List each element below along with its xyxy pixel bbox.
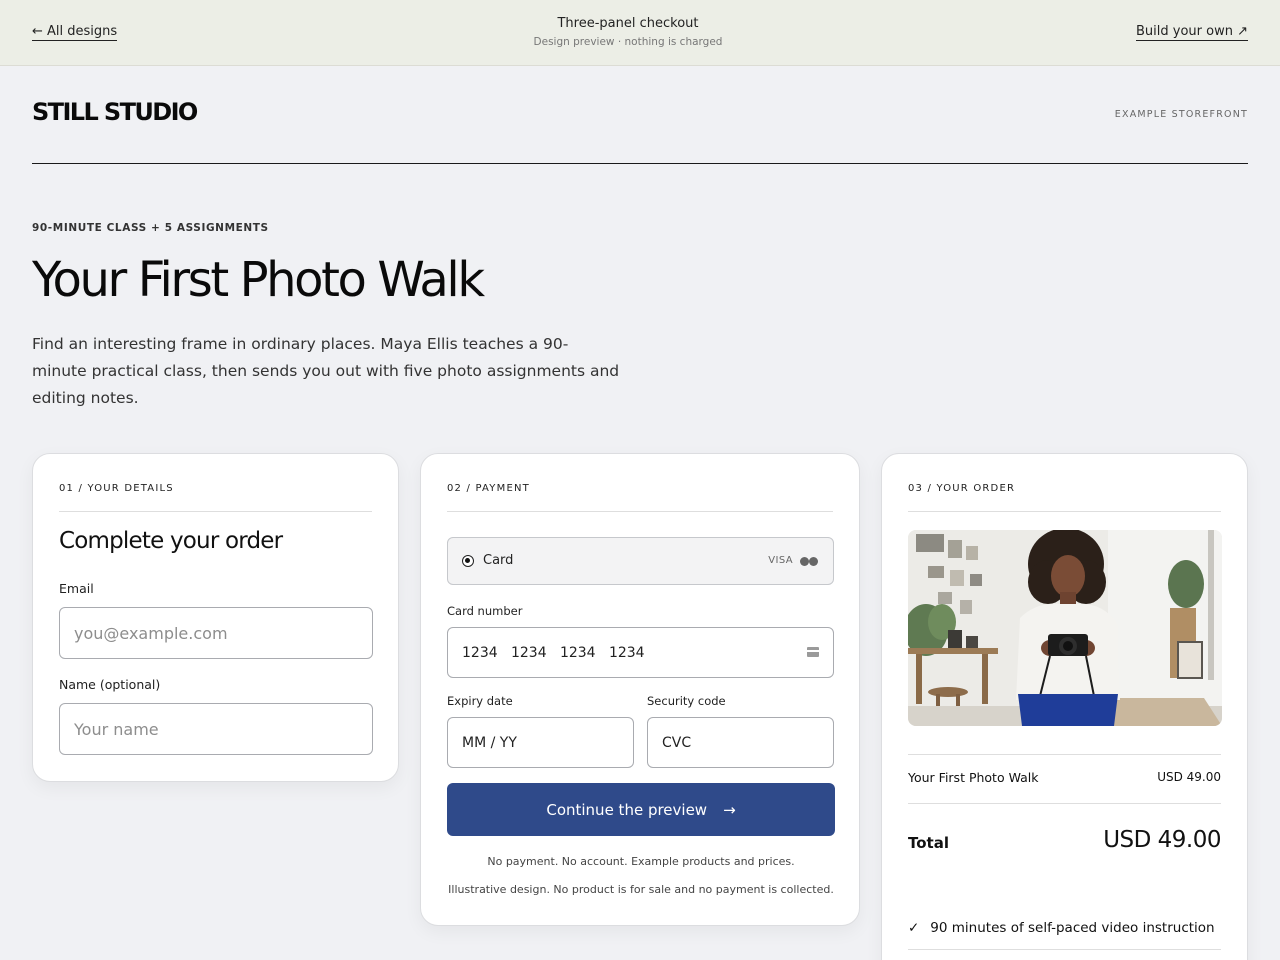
preview-title-block: Three-panel checkout Design preview · no… [428, 16, 828, 48]
card-number-field[interactable]: 1234 1234 1234 1234 [447, 627, 834, 678]
email-field[interactable]: you@example.com [59, 607, 373, 659]
product-description: Find an interesting frame in ordinary pl… [32, 335, 620, 407]
total-amount: USD 49.00 [1103, 827, 1221, 853]
card-radio[interactable] [462, 555, 474, 567]
expiry-label: Expiry date [447, 694, 513, 708]
cvc-field[interactable]: CVC [647, 717, 834, 768]
order-step-label: 03 / YOUR ORDER [908, 483, 1016, 494]
order-item-divider-bottom [908, 803, 1221, 804]
details-divider [59, 511, 372, 512]
product-photo [908, 530, 1222, 726]
email-placeholder: you@example.com [74, 623, 228, 643]
expiry-placeholder: MM / YY [462, 734, 517, 751]
name-label: Name (optional) [59, 677, 161, 692]
page-title: Your First Photo Walk [32, 252, 485, 308]
all-designs-link[interactable]: ← All designs [32, 24, 118, 41]
card-method-label: Card [483, 553, 514, 568]
feature-divider [908, 949, 1221, 950]
order-item-name: Your First Photo Walk [908, 770, 1039, 785]
order-item-divider-top [908, 754, 1221, 755]
visa-icon: VISA [768, 555, 793, 566]
mastercard-icon [800, 557, 818, 566]
name-placeholder: Your name [74, 719, 159, 739]
feature-text: 90 minutes of self-paced video instructi… [930, 920, 1215, 936]
card-number-placeholder: 1234 1234 1234 1234 [462, 644, 645, 661]
check-icon: ✓ [908, 920, 920, 936]
order-line-item: Your First Photo Walk USD 49.00 [908, 770, 1221, 785]
continue-preview-button[interactable]: Continue the preview → [447, 783, 835, 836]
preview-subtitle: Design preview · nothing is charged [533, 36, 723, 48]
cvc-label: Security code [647, 694, 726, 708]
details-panel: 01 / YOUR DETAILS Complete your order Em… [32, 453, 399, 782]
feature-item: ✓ 90 minutes of self-paced video instruc… [908, 920, 1215, 936]
details-heading: Complete your order [59, 528, 283, 554]
illustrative-disclaimer: Illustrative design. No product is for s… [448, 883, 834, 896]
card-icon [807, 647, 819, 657]
email-label: Email [59, 581, 94, 596]
continue-button-label: Continue the preview [546, 800, 708, 819]
payment-panel: 02 / PAYMENT Card VISA Card number 1234 … [420, 453, 860, 926]
brand-logo: STILL STUDIO [32, 98, 198, 126]
payment-step-label: 02 / PAYMENT [447, 483, 530, 494]
order-panel: 03 / YOUR ORDER Your First Photo Walk US… [881, 453, 1248, 960]
photographer-illustration [908, 530, 1222, 726]
payment-note: No payment. No account. Example products… [487, 855, 795, 868]
build-your-own-link[interactable]: Build your own ↗ [1136, 24, 1248, 41]
arrow-right-icon: → [723, 800, 736, 819]
card-method-option[interactable]: Card VISA [447, 537, 834, 585]
name-field[interactable]: Your name [59, 703, 373, 755]
storefront-tag: EXAMPLE STOREFRONT [1114, 109, 1248, 120]
expiry-field[interactable]: MM / YY [447, 717, 634, 768]
order-divider [908, 511, 1221, 512]
total-label: Total [908, 834, 949, 852]
preview-title: Three-panel checkout [557, 16, 699, 31]
card-number-label: Card number [447, 604, 523, 618]
preview-bar: ← All designs Three-panel checkout Desig… [0, 0, 1280, 66]
product-eyebrow: 90-MINUTE CLASS + 5 ASSIGNMENTS [32, 222, 269, 234]
order-item-price: USD 49.00 [1157, 770, 1221, 784]
cvc-placeholder: CVC [662, 734, 692, 751]
details-step-label: 01 / YOUR DETAILS [59, 483, 174, 494]
header-divider [32, 163, 1248, 164]
payment-divider [447, 511, 833, 512]
